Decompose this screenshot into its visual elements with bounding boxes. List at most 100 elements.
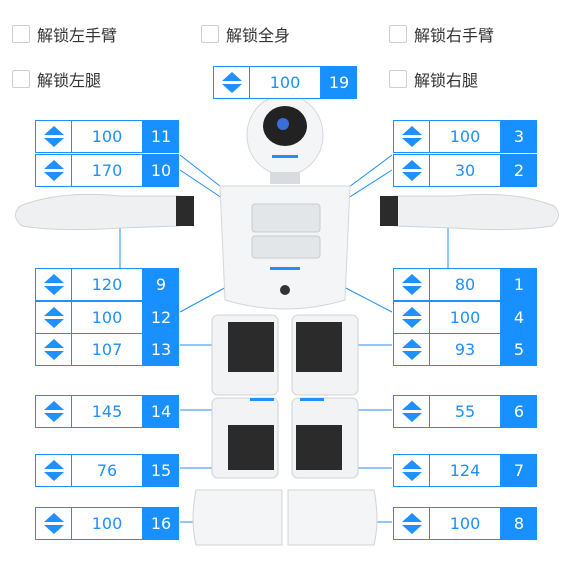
servo-value-input[interactable]: 80 <box>429 268 501 301</box>
arrow-up-icon[interactable] <box>401 460 422 469</box>
unlock-whole-body-checkbox[interactable]: 解锁全身 <box>201 22 290 46</box>
checkbox-label: 解锁左腿 <box>37 71 102 90</box>
stepper-arrows[interactable] <box>393 333 429 366</box>
servo-id-badge: 12 <box>143 301 179 334</box>
servo-id-badge: 6 <box>501 395 537 428</box>
stepper-arrows[interactable] <box>393 154 429 187</box>
arrow-down-icon[interactable] <box>401 351 422 360</box>
arrow-up-icon[interactable] <box>43 160 64 169</box>
servo-value-input[interactable]: 55 <box>429 395 501 428</box>
stepper-arrows[interactable] <box>213 66 249 99</box>
stepper-arrows[interactable] <box>393 268 429 301</box>
arrow-down-icon[interactable] <box>43 525 64 534</box>
servo-value-input[interactable]: 100 <box>429 507 501 540</box>
arrow-down-icon[interactable] <box>221 84 242 93</box>
servo-8-control: 100 8 <box>393 507 537 540</box>
servo-id-badge: 3 <box>501 120 537 153</box>
servo-value-input[interactable]: 124 <box>429 454 501 487</box>
servo-value-input[interactable]: 120 <box>71 268 143 301</box>
servo-value-input[interactable]: 76 <box>71 454 143 487</box>
servo-value-input[interactable]: 145 <box>71 395 143 428</box>
servo-value-input[interactable]: 93 <box>429 333 501 366</box>
stepper-arrows[interactable] <box>393 507 429 540</box>
stepper-arrows[interactable] <box>35 268 71 301</box>
arrow-up-icon[interactable] <box>43 307 64 316</box>
servo-value-input[interactable]: 100 <box>71 301 143 334</box>
servo-value-input[interactable]: 100 <box>71 507 143 540</box>
stepper-arrows[interactable] <box>35 507 71 540</box>
arrow-down-icon[interactable] <box>401 172 422 181</box>
arrow-down-icon[interactable] <box>43 286 64 295</box>
stepper-arrows[interactable] <box>393 120 429 153</box>
stepper-arrows[interactable] <box>35 154 71 187</box>
servo-12-control: 100 12 <box>35 301 179 334</box>
unlock-right-leg-checkbox[interactable]: 解锁右腿 <box>389 67 478 91</box>
arrow-down-icon[interactable] <box>43 351 64 360</box>
stepper-arrows[interactable] <box>35 333 71 366</box>
stepper-arrows[interactable] <box>35 120 71 153</box>
servo-1-control: 80 1 <box>393 268 537 301</box>
servo-id-badge: 19 <box>321 66 357 99</box>
servo-value-input[interactable]: 30 <box>429 154 501 187</box>
arrow-down-icon[interactable] <box>43 319 64 328</box>
arrow-down-icon[interactable] <box>43 472 64 481</box>
servo-7-control: 124 7 <box>393 454 537 487</box>
arrow-up-icon[interactable] <box>401 401 422 410</box>
arrow-up-icon[interactable] <box>401 274 422 283</box>
arrow-up-icon[interactable] <box>43 274 64 283</box>
arrow-up-icon[interactable] <box>401 126 422 135</box>
arrow-up-icon[interactable] <box>401 307 422 316</box>
checkbox-label: 解锁全身 <box>226 26 291 45</box>
arrow-down-icon[interactable] <box>401 286 422 295</box>
arrow-down-icon[interactable] <box>43 172 64 181</box>
servo-id-badge: 2 <box>501 154 537 187</box>
stepper-arrows[interactable] <box>35 454 71 487</box>
stepper-arrows[interactable] <box>393 454 429 487</box>
servo-5-control: 93 5 <box>393 333 537 366</box>
checkbox-box[interactable] <box>389 25 407 43</box>
arrow-down-icon[interactable] <box>401 138 422 147</box>
checkbox-box[interactable] <box>12 25 30 43</box>
checkbox-label: 解锁左手臂 <box>37 26 118 45</box>
servo-value-input[interactable]: 100 <box>71 120 143 153</box>
arrow-up-icon[interactable] <box>43 339 64 348</box>
arrow-up-icon[interactable] <box>43 513 64 522</box>
arrow-down-icon[interactable] <box>43 413 64 422</box>
servo-3-control: 100 3 <box>393 120 537 153</box>
arrow-up-icon[interactable] <box>401 339 422 348</box>
servo-id-badge: 9 <box>143 268 179 301</box>
servo-14-control: 145 14 <box>35 395 179 428</box>
servo-id-badge: 10 <box>143 154 179 187</box>
servo-value-input[interactable]: 100 <box>429 120 501 153</box>
servo-value-input[interactable]: 100 <box>429 301 501 334</box>
servo-value-input[interactable]: 170 <box>71 154 143 187</box>
stepper-arrows[interactable] <box>35 301 71 334</box>
arrow-up-icon[interactable] <box>401 160 422 169</box>
arrow-down-icon[interactable] <box>401 472 422 481</box>
servo-value-input[interactable]: 100 <box>249 66 321 99</box>
arrow-up-icon[interactable] <box>43 126 64 135</box>
arrow-up-icon[interactable] <box>43 401 64 410</box>
servo-id-badge: 5 <box>501 333 537 366</box>
checkbox-label: 解锁右手臂 <box>414 26 495 45</box>
checkbox-box[interactable] <box>201 25 219 43</box>
arrow-down-icon[interactable] <box>401 525 422 534</box>
arrow-down-icon[interactable] <box>401 319 422 328</box>
arrow-up-icon[interactable] <box>221 72 242 81</box>
arrow-down-icon[interactable] <box>43 138 64 147</box>
unlock-left-arm-checkbox[interactable]: 解锁左手臂 <box>12 22 117 46</box>
unlock-right-arm-checkbox[interactable]: 解锁右手臂 <box>389 22 494 46</box>
checkbox-box[interactable] <box>389 70 407 88</box>
servo-id-badge: 7 <box>501 454 537 487</box>
servo-id-badge: 11 <box>143 120 179 153</box>
servo-value-input[interactable]: 107 <box>71 333 143 366</box>
stepper-arrows[interactable] <box>393 301 429 334</box>
arrow-up-icon[interactable] <box>43 460 64 469</box>
stepper-arrows[interactable] <box>35 395 71 428</box>
checkbox-box[interactable] <box>12 70 30 88</box>
arrow-up-icon[interactable] <box>401 513 422 522</box>
arrow-down-icon[interactable] <box>401 413 422 422</box>
stepper-arrows[interactable] <box>393 395 429 428</box>
unlock-left-leg-checkbox[interactable]: 解锁左腿 <box>12 67 101 91</box>
servo-13-control: 107 13 <box>35 333 179 366</box>
